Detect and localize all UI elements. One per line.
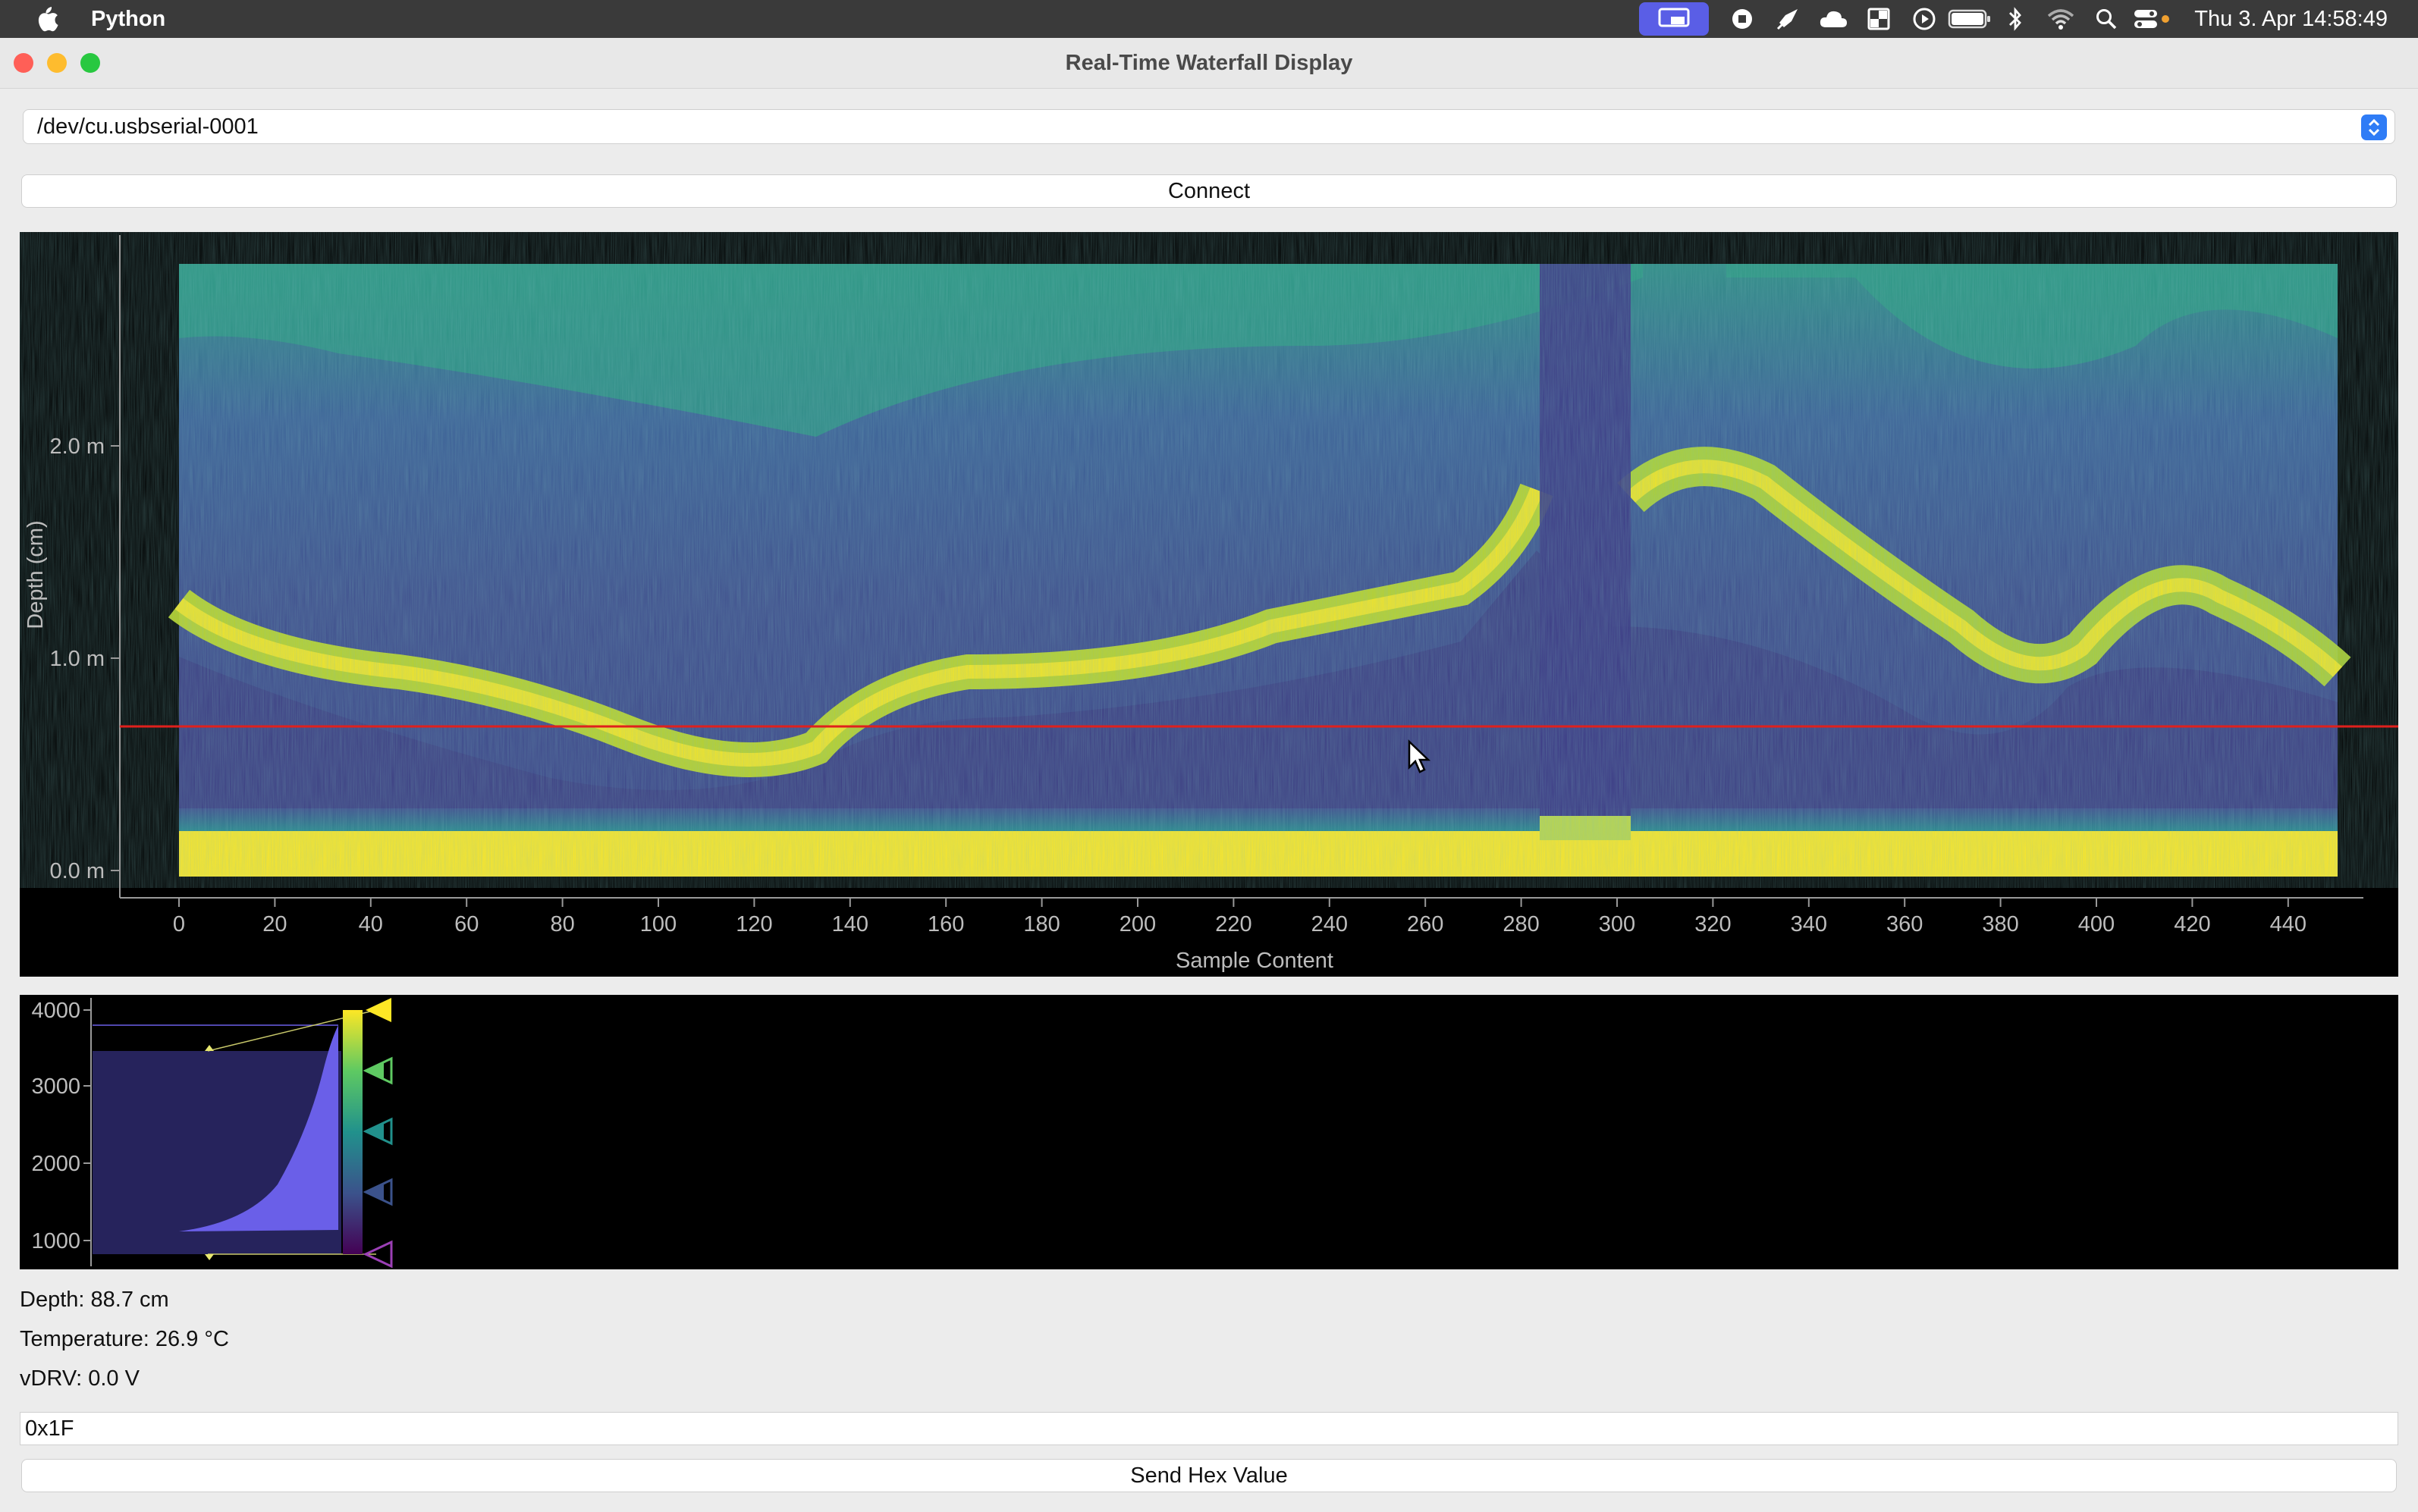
temperature-readout: Temperature: 26.9 °C — [20, 1327, 229, 1351]
x-tick-label: 20 — [262, 912, 287, 936]
x-tick-label: 440 — [2270, 912, 2307, 936]
histogram-tick-label: 2000 — [31, 1152, 80, 1176]
x-tick-label: 120 — [736, 912, 772, 936]
battery-icon[interactable] — [1947, 0, 1992, 38]
play-icon[interactable] — [1901, 0, 1947, 38]
y-tick-label: 0.0 m — [49, 859, 105, 883]
minimize-button[interactable] — [47, 53, 67, 73]
send-hex-button[interactable]: Send Hex Value — [21, 1459, 2397, 1492]
x-tick-label: 40 — [359, 912, 383, 936]
x-tick-label: 340 — [1791, 912, 1827, 936]
apple-icon[interactable] — [33, 4, 61, 34]
x-tick-label: 380 — [1982, 912, 2018, 936]
hex-value-input[interactable] — [20, 1412, 2398, 1445]
x-axis-label: Sample Content — [1176, 949, 1333, 973]
depth-readout: Depth: 88.7 cm — [20, 1288, 169, 1312]
chevron-updown-icon[interactable] — [2361, 114, 2387, 140]
y-tick-label: 1.0 m — [49, 647, 105, 671]
serial-port-select[interactable]: /dev/cu.usbserial-0001 — [23, 109, 2395, 144]
colormap-bar — [343, 1010, 363, 1254]
menu-clock[interactable]: Thu 3. Apr 14:58:49 — [2194, 7, 2388, 32]
bluetooth-icon[interactable] — [1992, 0, 2038, 38]
window-icon[interactable] — [1856, 0, 1901, 38]
x-tick-label: 260 — [1407, 912, 1443, 936]
close-button[interactable] — [14, 53, 33, 73]
x-ticks: 0 20 40 60 80 100 120 140 160 180 200 220 240 260 280 3… — [173, 898, 2307, 936]
x-tick-label: 240 — [1311, 912, 1348, 936]
x-tick-label: 80 — [550, 912, 574, 936]
histogram-panel[interactable]: 4000 3000 2000 1000 — [20, 995, 2398, 1269]
x-tick-label: 300 — [1599, 912, 1635, 936]
control-center-icon[interactable] — [2129, 0, 2175, 38]
spotlight-icon[interactable] — [2084, 0, 2129, 38]
histogram-y-ticks: 4000 3000 2000 1000 — [31, 999, 91, 1253]
x-tick-label: 360 — [1886, 912, 1923, 936]
zoom-button[interactable] — [80, 53, 100, 73]
window-title: Real-Time Waterfall Display — [1065, 50, 1353, 75]
x-tick-label: 180 — [1023, 912, 1060, 936]
x-tick-label: 400 — [2078, 912, 2115, 936]
app-menu-name[interactable]: Python — [91, 7, 165, 32]
colormap-handles[interactable] — [363, 998, 393, 1269]
histogram-tick-label: 1000 — [31, 1229, 80, 1253]
x-tick-label: 280 — [1503, 912, 1539, 936]
y-axis-label: Depth (cm) — [24, 520, 48, 629]
waterfall-plot[interactable]: 0.0 m 1.0 m 2.0 m Depth (cm) 0 20 40 60 80 10… — [20, 232, 2398, 977]
x-tick-label: 320 — [1694, 912, 1731, 936]
title-bar[interactable]: Real-Time Waterfall Display — [0, 38, 2418, 89]
x-tick-label: 60 — [454, 912, 479, 936]
menu-bar: Python Thu 3. Apr 14:58:49 — [0, 0, 2418, 38]
histogram-tick-label: 4000 — [31, 999, 80, 1023]
waterfall-image — [168, 264, 2351, 877]
y-ticks: 0.0 m 1.0 m 2.0 m — [49, 434, 120, 883]
histogram-tick-label: 3000 — [31, 1074, 80, 1099]
window-controls — [14, 53, 100, 73]
vdrv-readout: vDRV: 0.0 V — [20, 1366, 140, 1391]
gradient-handle[interactable] — [366, 998, 391, 1022]
x-tick-label: 140 — [832, 912, 868, 936]
serial-port-value: /dev/cu.usbserial-0001 — [37, 114, 259, 139]
record-icon[interactable] — [1719, 0, 1765, 38]
x-tick-label: 0 — [173, 912, 185, 936]
screen-mirror-icon[interactable] — [1639, 2, 1710, 36]
x-tick-label: 220 — [1215, 912, 1251, 936]
x-tick-label: 420 — [2174, 912, 2210, 936]
wifi-icon[interactable] — [2038, 0, 2084, 38]
app-window: Real-Time Waterfall Display /dev/cu.usbs… — [0, 38, 2418, 1512]
x-tick-label: 160 — [928, 912, 964, 936]
connect-button[interactable]: Connect — [21, 174, 2397, 208]
x-tick-label: 100 — [640, 912, 677, 936]
rocket-icon[interactable] — [1765, 0, 1810, 38]
x-tick-label: 200 — [1120, 912, 1156, 936]
cloud-icon[interactable] — [1810, 0, 1856, 38]
y-tick-label: 2.0 m — [49, 434, 105, 459]
